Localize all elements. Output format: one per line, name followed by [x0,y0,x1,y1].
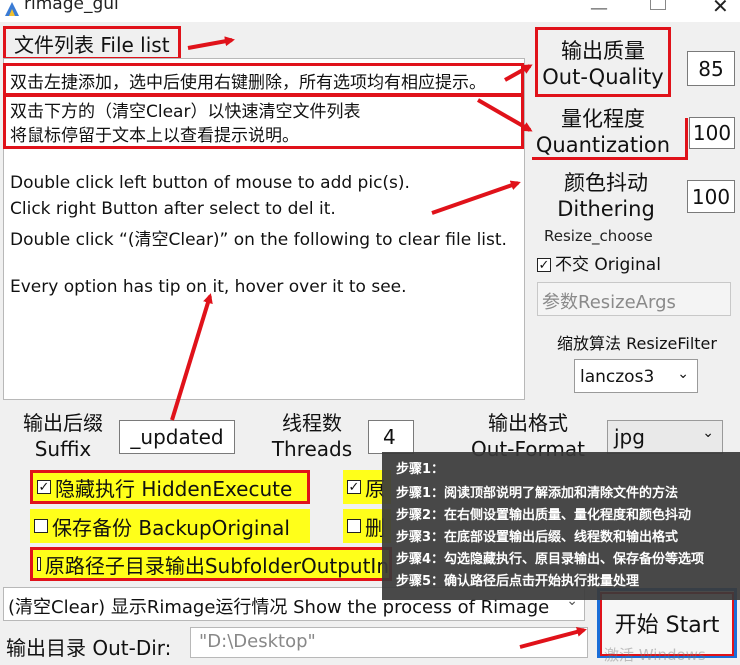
arrow-to-file-list [187,36,235,50]
arrow-to-start [519,626,587,649]
arrow-to-dithering [431,180,521,215]
arrow-to-quantization [477,98,533,132]
annotation-arrows [170,36,587,649]
arrow-to-quality [504,64,533,82]
arrow-to-instructions [170,293,213,421]
